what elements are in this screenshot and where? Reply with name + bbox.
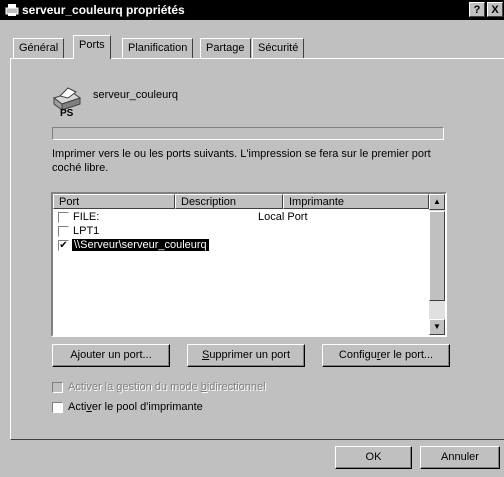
add-port-button[interactable]: Ajouter un port... <box>52 344 170 367</box>
pool-label: Activer le pool d'imprimante <box>68 401 203 413</box>
tab-label: Général <box>19 42 59 54</box>
label-text: Acti <box>68 401 87 413</box>
tab-label: Ports <box>79 39 105 51</box>
help-button[interactable]: ? <box>469 2 485 17</box>
port-name: FILE: <box>73 211 100 223</box>
printer-name: serveur_couleurq <box>93 89 178 101</box>
delete-port-button[interactable]: Supprimer un port <box>187 344 305 367</box>
close-button[interactable]: X <box>487 2 503 17</box>
port-description: Local Port <box>258 211 308 223</box>
label-text: Activer la gestion du mode <box>68 381 201 393</box>
btn-text: Configu <box>338 349 377 361</box>
pool-checkbox[interactable] <box>52 402 63 413</box>
vertical-scrollbar[interactable]: ▲ ▼ <box>429 194 445 335</box>
label-text: idirectionnel <box>206 381 266 393</box>
printer-icon <box>5 4 19 16</box>
title-bar[interactable]: serveur_couleurq propriétés ? X <box>0 0 504 20</box>
port-checkbox[interactable]: ✔ <box>58 240 69 251</box>
ports-description: Imprimer vers le ou les ports suivants. … <box>52 148 431 174</box>
port-name: LPT1 <box>73 225 100 237</box>
table-row[interactable]: ✔ \\Serveur\serveur_couleurq <box>56 238 426 253</box>
tab-securite[interactable]: Sécurité <box>252 38 305 58</box>
tab-label: Planification <box>128 42 188 54</box>
table-row[interactable]: LPT1 <box>56 225 426 239</box>
scroll-down-arrow-icon[interactable]: ▼ <box>429 319 445 335</box>
tab-general[interactable]: Général <box>13 38 65 58</box>
tab-planification[interactable]: Planification <box>122 38 194 58</box>
table-row[interactable]: FILE: Local Port <box>56 211 426 225</box>
btn-text: er le port... <box>380 349 434 361</box>
scroll-up-arrow-icon[interactable]: ▲ <box>429 194 445 210</box>
tab-label: Sécurité <box>258 42 299 54</box>
tab-label: Partage <box>206 42 245 54</box>
column-header-printer[interactable]: Imprimante <box>283 194 429 209</box>
ps-badge: PS <box>60 108 74 119</box>
port-checkbox[interactable] <box>58 226 69 237</box>
bidirectional-checkbox[interactable] <box>52 382 63 393</box>
ok-button[interactable]: OK <box>335 446 412 469</box>
separator-bar <box>52 127 444 140</box>
scroll-thumb[interactable] <box>429 211 445 301</box>
tab-ports[interactable]: Ports <box>73 35 111 59</box>
port-name-selected: \\Serveur\serveur_couleurq <box>71 238 210 252</box>
port-checkbox[interactable] <box>58 212 69 223</box>
tab-partage[interactable]: Partage <box>200 38 251 58</box>
btn-text: upprimer un port <box>209 349 291 361</box>
window-title: serveur_couleurq propriétés <box>22 3 185 17</box>
btn-text: outer un port... <box>80 349 152 361</box>
cancel-button[interactable]: Annuler <box>420 446 500 469</box>
column-header-description[interactable]: Description <box>175 194 283 209</box>
label-text: er le pool d'imprimante <box>91 401 203 413</box>
bidirectional-label: Activer la gestion du mode bidirectionne… <box>68 381 266 393</box>
column-header-port[interactable]: Port <box>53 194 175 209</box>
ports-list[interactable]: Port Description Imprimante FILE: Local … <box>51 192 447 337</box>
btn-text: A <box>70 349 78 361</box>
configure-port-button[interactable]: Configurer le port... <box>322 344 450 367</box>
